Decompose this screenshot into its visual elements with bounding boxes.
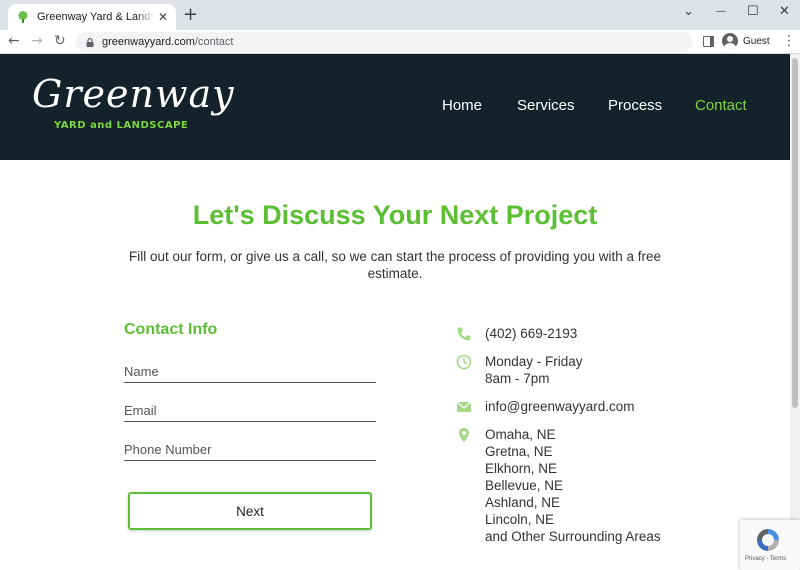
phone-row[interactable]: (402) 669-2193 — [456, 325, 577, 342]
locations-list: Omaha, NE Gretna, NE Elkhorn, NE Bellevu… — [485, 426, 661, 545]
page-scrollbar[interactable] — [790, 54, 800, 570]
email-address: info@greenwayyard.com — [485, 399, 635, 414]
tab-title: Greenway Yard & Landscape - Gr — [37, 11, 154, 23]
location-item: Lincoln, NE — [485, 512, 555, 527]
maximize-button[interactable]: ☐ — [747, 4, 759, 19]
location-item: and Other Surrounding Areas — [485, 529, 661, 544]
location-item: Ashland, NE — [485, 495, 561, 510]
recaptcha-links[interactable]: Privacy - Terms — [745, 556, 786, 562]
browser-toolbar: ← → ↻ greenwayyard.com/contact Guest ⋮ — [0, 30, 800, 54]
hours-time: 8am - 7pm — [485, 371, 550, 386]
tab-close-icon[interactable]: ✕ — [158, 10, 168, 24]
url-domain: greenwayyard.com — [102, 36, 195, 48]
nav-process[interactable]: Process — [608, 97, 662, 114]
recaptcha-badge[interactable]: Privacy - Terms — [740, 520, 800, 570]
guest-avatar-icon — [722, 33, 738, 49]
next-button[interactable]: Next — [128, 492, 372, 530]
phone-input[interactable] — [124, 439, 376, 461]
clock-icon — [456, 354, 472, 370]
minimize-button[interactable]: — — [716, 6, 726, 17]
site-header: Greenway YARD and LANDSCAPE Home Service… — [0, 54, 790, 160]
name-input[interactable] — [124, 361, 376, 383]
logo-script-text: Greenway — [32, 72, 235, 116]
email-row[interactable]: info@greenwayyard.com — [456, 398, 635, 415]
location-item: Elkhorn, NE — [485, 461, 558, 476]
phone-icon — [457, 327, 471, 341]
locations-row: Omaha, NE Gretna, NE Elkhorn, NE Bellevu… — [456, 426, 661, 545]
nav-services[interactable]: Services — [517, 97, 575, 114]
form-title: Contact Info — [124, 321, 218, 338]
logo-subtitle: YARD and LANDSCAPE — [54, 120, 189, 131]
location-item: Gretna, NE — [485, 444, 553, 459]
envelope-icon — [456, 401, 472, 412]
page-headline: Let's Discuss Your Next Project — [192, 200, 598, 230]
email-input[interactable] — [124, 400, 376, 422]
tab-search-icon[interactable]: ⌄ — [683, 4, 694, 19]
location-item: Omaha, NE — [485, 427, 556, 442]
lock-icon — [86, 37, 94, 47]
close-window-button[interactable]: ✕ — [779, 4, 790, 19]
profile-label: Guest — [743, 35, 770, 47]
url-path: /contact — [194, 36, 234, 48]
reload-button[interactable]: ↻ — [54, 33, 66, 49]
back-button[interactable]: ← — [8, 33, 20, 49]
hours-row: Monday - Friday 8am - 7pm — [456, 353, 583, 387]
location-item: Bellevue, NE — [485, 478, 564, 493]
scrollbar-thumb[interactable] — [792, 58, 798, 408]
address-bar[interactable]: greenwayyard.com/contact — [76, 32, 692, 52]
nav-home[interactable]: Home — [442, 97, 482, 114]
tree-favicon-icon — [18, 11, 28, 23]
greenway-logo[interactable]: Greenway YARD and LANDSCAPE — [30, 72, 234, 142]
nav-contact[interactable]: Contact — [695, 97, 747, 114]
intro-text: Fill out our form, or give us a call, so… — [129, 249, 661, 281]
profile-button[interactable]: Guest — [722, 33, 770, 49]
hours-days: Monday - Friday — [485, 354, 583, 369]
phone-number: (402) 669-2193 — [485, 326, 578, 341]
map-pin-icon — [459, 428, 469, 442]
forward-button[interactable]: → — [31, 33, 43, 49]
browser-menu-icon[interactable]: ⋮ — [782, 33, 796, 49]
browser-tab[interactable]: Greenway Yard & Landscape - Gr ✕ — [8, 4, 176, 30]
browser-tabbar: Greenway Yard & Landscape - Gr ✕ + ⌄ — ☐… — [0, 0, 800, 30]
url-text: greenwayyard.com/contact — [102, 36, 233, 48]
side-panel-icon[interactable] — [703, 36, 714, 47]
recaptcha-icon — [757, 529, 779, 551]
new-tab-button[interactable]: + — [183, 5, 198, 25]
hours-text: Monday - Friday 8am - 7pm — [485, 353, 583, 387]
